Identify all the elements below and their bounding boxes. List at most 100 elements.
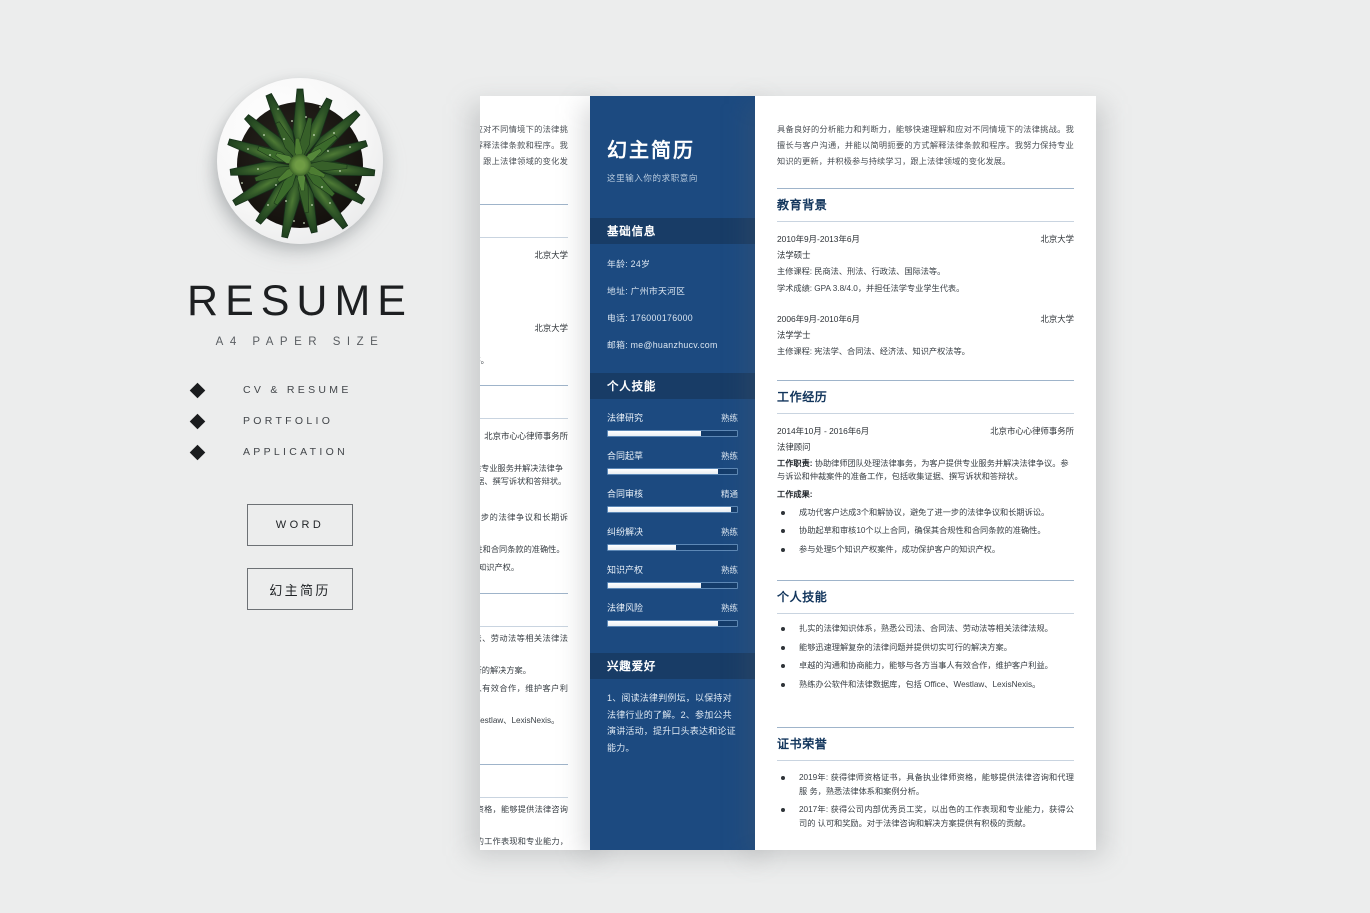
- skills-list: 扎实的法律知识体系，熟悉公司法、合同法、劳动法等相关法律法规。 能够迅速理解复杂…: [777, 622, 1074, 691]
- entry-duty: 工作职责: 协助律师团队处理法律事务，为客户提供专业服务并解决法律争议。参与诉讼…: [480, 462, 568, 488]
- entry-line: 主修课程: 宪法学、合同法、经济法、知识产权法等。: [777, 347, 970, 357]
- skill-item: 合同审核 精通: [590, 487, 755, 513]
- sidebar-section-title: 个人技能: [607, 381, 657, 393]
- entry-duty-text: 协助律师团队处理法律事务，为客户提供专业服务并解决法律争议。参与诉讼和仲裁案件的…: [777, 459, 1069, 482]
- section-rule-bottom: [480, 797, 568, 798]
- entry-role: 法学学士: [777, 330, 811, 341]
- diamond-bullet-icon: [189, 444, 206, 460]
- skill-progress-fill: [608, 507, 731, 512]
- skill-name: 知识产权: [607, 565, 644, 575]
- sidebar-section-title: 兴趣爱好: [607, 661, 657, 673]
- poster-canvas: RESUME A4 PAPER SIZE CV & RESUME PORTFOL…: [0, 0, 1370, 913]
- skill-progress-bar: [607, 430, 738, 437]
- back-section-education: 教育背景 2010年9月-2013年6月 北京大学 法学硕士 主修课程: 民商法…: [480, 203, 569, 367]
- section-title-work: 工作经历: [777, 390, 828, 405]
- word-format-button-label: WORD: [275, 519, 325, 531]
- skill-progress-bar: [607, 620, 738, 627]
- diamond-bullet-icon: [189, 382, 206, 398]
- list-item: 2017年: 获得公司内部优秀员工奖，以出色的工作表现和专业能力，获得公司的 认…: [777, 803, 1074, 830]
- list-item: 能够迅速理解复杂的法律问题并提供切实可行的解决方案。: [480, 664, 568, 678]
- branding-panel: RESUME A4 PAPER SIZE CV & RESUME PORTFOL…: [140, 60, 460, 632]
- skill-name: 法律风险: [607, 603, 644, 613]
- list-item: 协助起草和审核10个以上合同，确保其合规性和合同条款的准确性。: [480, 543, 568, 557]
- entry-role: 法律顾问: [480, 446, 568, 458]
- sidebar-header: 幻主简历 这里输入你的求职意向: [590, 96, 755, 184]
- education-entry: 2010年9月-2013年6月 北京大学 法学硕士 主修课程: 民商法、刑法、行…: [480, 249, 568, 311]
- sidebar-section-basic-info: 基础信息: [590, 218, 755, 244]
- entry-org: 北京市心心律师事务所: [484, 431, 568, 442]
- work-results-list: 成功代客户达成3个和解协议，避免了进一步的法律争议和长期诉讼。 协助起草和审核1…: [777, 506, 1074, 557]
- skills-list: 扎实的法律知识体系，熟悉公司法、合同法、劳动法等相关法律法规。 能够迅速理解复杂…: [480, 632, 568, 728]
- honors-list: 2019年: 获得律师资格证书，具备执业律师资格，能够提供法律咨询和代理服 务，…: [480, 803, 568, 850]
- entry-header-row: 2010年9月-2013年6月 北京大学: [777, 233, 1074, 245]
- back-section-title: 个人技能: [480, 594, 568, 620]
- entry-role: 法律顾问: [777, 442, 811, 453]
- list-item: 参与处理5个知识产权案件，成功保护客户的知识产权。: [480, 561, 568, 575]
- entry-result-label-row: 工作成果:: [480, 493, 568, 506]
- entry-duty-text: 协助律师团队处理法律事务，为客户提供专业服务并解决法律争议。参与诉讼和仲裁案件的…: [480, 464, 567, 487]
- skill-name: 纠纷解决: [607, 527, 644, 537]
- list-item: 能够迅速理解复杂的法律问题并提供切实可行的解决方案。: [777, 641, 1074, 655]
- list-item: 2017年: 获得公司内部优秀员工奖，以出色的工作表现和专业能力，获得公司的 认…: [480, 835, 568, 850]
- section-rule-bottom: [777, 613, 1074, 615]
- basic-info-body: 年龄: 24岁 地址: 广州市天河区 电话: 176000176000 邮箱: …: [590, 244, 755, 351]
- section-honors: 证书荣誉 2019年: 获得律师资格证书，具备执业律师资格，能够提供法律咨询和代…: [777, 727, 1074, 830]
- list-item: CV & RESUME: [189, 382, 460, 398]
- entry-org: 北京大学: [534, 323, 569, 334]
- back-section-title: 教育背景: [480, 205, 568, 231]
- intro-paragraph: 具备良好的分析能力和判断力，能够快速理解和应对不同情境下的法律挑战。我擅长与客户…: [777, 125, 1074, 166]
- section-title-education: 教育背景: [777, 197, 828, 212]
- entry-line: 学术成绩: GPA 3.8/4.0，并担任法学专业学生代表。: [777, 284, 965, 294]
- entry-result-label-row: 工作成果:: [777, 488, 1074, 501]
- sidebar-section-skills: 个人技能: [590, 373, 755, 399]
- back-intro-paragraph: 具备良好的分析能力和判断力，能够快速理解和应对不同情境下的法律挑战。我擅长与客户…: [480, 125, 568, 166]
- skill-item: 法律研究 熟练: [590, 411, 755, 437]
- skill-progress-fill: [608, 545, 677, 550]
- brand-feature-list: CV & RESUME PORTFOLIO APPLICATION: [189, 382, 460, 460]
- skill-level: 熟练: [720, 451, 738, 461]
- list-item: 卓越的沟通和协商能力，能够与各方当事人有效合作，维护客户利益。: [480, 682, 568, 709]
- list-item: 成功代客户达成3个和解协议，避免了进一步的法律争议和长期诉讼。: [480, 511, 568, 538]
- resume-page-front: 具备良好的分析能力和判断力，能够快速理解和应对不同情境下的法律挑战。我擅长与客户…: [755, 96, 1096, 850]
- skill-name: 合同审核: [607, 489, 644, 499]
- back-section-title: 工作经历: [480, 386, 568, 412]
- front-page-content: 具备良好的分析能力和判断力，能够快速理解和应对不同情境下的法律挑战。我擅长与客户…: [755, 96, 1096, 831]
- section-rule-bottom: [480, 625, 568, 627]
- list-item-label: APPLICATION: [243, 446, 348, 458]
- entry-header-row: 2014年10月 - 2016年6月 北京市心心律师事务所: [777, 425, 1074, 437]
- entry-header-row: 2006年9月-2010年6月 北京大学: [777, 313, 1074, 325]
- entry-org: 北京大学: [1040, 233, 1075, 244]
- skill-progress-bar: [607, 582, 738, 589]
- list-item: 协助起草和审核10个以上合同，确保其合规性和合同条款的准确性。: [777, 524, 1074, 538]
- entry-role: 法学硕士: [777, 249, 811, 260]
- list-item: 扎实的法律知识体系，熟悉公司法、合同法、劳动法等相关法律法规。: [480, 632, 568, 659]
- huanzhu-brand-button[interactable]: 幻主简历: [247, 568, 353, 610]
- section-rule-bottom: [480, 418, 568, 420]
- education-entry: 2006年9月-2010年6月 北京大学 法学学士 主修课程: 宪法学、合同法、…: [777, 313, 1074, 358]
- skill-item: 纠纷解决 熟练: [590, 525, 755, 551]
- back-section-skills: 个人技能 扎实的法律知识体系，熟悉公司法、合同法、劳动法等相关法律法规。 能够迅…: [480, 592, 568, 728]
- entry-date: 2010年9月-2013年6月: [777, 233, 860, 244]
- section-title-honors: 证书荣誉: [777, 737, 828, 752]
- entry-role: 法学学士: [480, 338, 568, 350]
- list-item: 熟练办公软件和法律数据库，包括 Office、Westlaw、LexisNexi…: [480, 714, 568, 728]
- resume-page-back: 具备良好的分析能力和判断力，能够快速理解和应对不同情境下的法律挑战。我擅长与客户…: [480, 96, 590, 850]
- info-age: 年龄: 24岁: [607, 259, 651, 269]
- work-entry: 2014年10月 - 2016年6月 北京市心心律师事务所 法律顾问 工作职责:…: [480, 430, 568, 575]
- entry-org: 北京市心心律师事务所: [990, 426, 1074, 437]
- honors-list: 2019年: 获得律师资格证书，具备执业律师资格，能够提供法律咨询和代理服 务，…: [777, 771, 1074, 830]
- list-item: 卓越的沟通和协商能力，能够与各方当事人有效合作，维护客户利益。: [777, 659, 1074, 673]
- skill-level: 熟练: [720, 527, 738, 537]
- section-personal-skills: 个人技能 扎实的法律知识体系，熟悉公司法、合同法、劳动法等相关法律法规。 能够迅…: [777, 580, 1074, 691]
- skill-progress-bar: [607, 506, 738, 513]
- list-item-label: PORTFOLIO: [243, 415, 334, 427]
- skill-progress-fill: [608, 431, 701, 436]
- skill-progress-fill: [608, 469, 718, 474]
- info-phone: 电话: 176000176000: [607, 313, 693, 323]
- list-item: PORTFOLIO: [189, 413, 460, 429]
- word-format-button[interactable]: WORD: [247, 504, 353, 546]
- succulent-icon: [227, 88, 376, 239]
- entry-date: 2006年9月-2010年6月: [777, 314, 860, 325]
- entry-line: 主修课程: 宪法学、合同法、经济法、知识产权法等。: [480, 356, 489, 366]
- back-page-content: 具备良好的分析能力和判断力，能够快速理解和应对不同情境下的法律挑战。我擅长与客户…: [480, 96, 590, 850]
